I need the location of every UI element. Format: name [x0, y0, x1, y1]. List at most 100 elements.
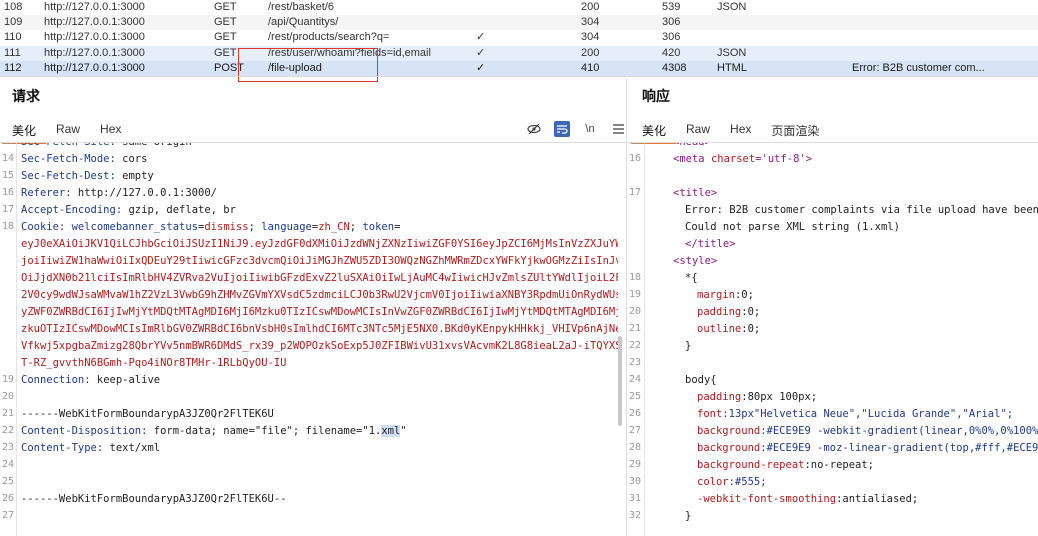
cell-comment: [852, 46, 1038, 61]
line-number: 25: [628, 391, 641, 402]
header-key: Accept-Encoding:: [21, 204, 123, 216]
line-number: 31: [628, 493, 641, 504]
response-token: font: [697, 408, 723, 420]
table-row[interactable]: 111 http://127.0.0.1:3000 GET/rest/user/wh…: [0, 45, 1038, 61]
tab-request-pretty[interactable]: 美化: [2, 118, 47, 144]
response-token: }: [685, 510, 692, 522]
menu-icon[interactable]: [610, 121, 626, 137]
response-token: outline: [697, 323, 742, 335]
line-number: 17: [628, 187, 641, 198]
hide-eye-icon[interactable]: [526, 121, 542, 137]
cell-num: 112: [4, 61, 22, 74]
tab-response-pretty[interactable]: 美化: [632, 118, 677, 144]
response-token: :0;: [741, 306, 761, 318]
tab-request-hex[interactable]: Hex: [90, 118, 131, 142]
cell-length: 539: [662, 1, 681, 14]
code-line: 2V0cy9wdWJsaWMvaW1hZ2VzL3VwbG9hZHMvZGVmY…: [21, 289, 618, 301]
line-number: 23: [1, 442, 14, 453]
response-token: }: [685, 340, 692, 352]
response-editor[interactable]: 15 <head> 16 <meta charset='utf-8'> 17 <title…: [627, 143, 1038, 536]
code-line: ------WebKitFormBoundarypA3JZ0Qr2FlTEK6U: [21, 408, 274, 420]
line-number: 17: [1, 204, 14, 215]
cookie-value: dismiss: [204, 221, 249, 233]
table-row[interactable]: 110 http://127.0.0.1:3000 GET/rest/product…: [0, 30, 1038, 45]
wrap-lines-icon[interactable]: [554, 121, 570, 137]
response-token: *{: [685, 272, 698, 284]
cell-check: ✓: [476, 46, 486, 59]
table-row[interactable]: 109 http://127.0.0.1:3000 GET/api/Quantity…: [0, 15, 1038, 31]
newline-toggle-icon[interactable]: \n: [582, 121, 598, 137]
header-value: keep-alive: [90, 374, 161, 386]
code-token: ;: [349, 221, 363, 233]
cell-length: 306: [662, 31, 681, 44]
code-line: joiIiwiZW1haWwiOiIxQDEuY29tIiwicGFzc3dvc…: [21, 255, 618, 267]
code-token: ;: [248, 221, 262, 233]
cell-host: http://127.0.0.1:3000: [44, 46, 145, 59]
code-line: <title>: [673, 187, 717, 199]
cookie-token-line: joiIiwiZW1haWwiOiIxQDEuY29tIiwicGFzc3dvc…: [21, 255, 618, 267]
request-editor[interactable]: 13 Sec-Fetch-Site: same-origin 14 Sec-Fetch…: [0, 143, 618, 536]
line-number: 20: [1, 391, 14, 402]
cell-comment: Error: B2B customer com...: [852, 61, 985, 74]
request-history-table: 108 http://127.0.0.1:3000 GET/rest/basket/…: [0, 0, 1038, 76]
code-line: }: [685, 340, 691, 352]
code-line: ------WebKitFormBoundarypA3JZ0Qr2FlTEK6U…: [21, 493, 287, 505]
selected-text: xml: [381, 425, 401, 437]
line-number: 26: [628, 408, 641, 419]
code-line: Sec-Fetch-Mode: cors: [21, 153, 147, 165]
header-value: text/xml: [103, 442, 161, 454]
code-line: }: [685, 510, 691, 522]
response-token: :no-repeat;: [804, 459, 875, 471]
code-line: <style>: [673, 255, 717, 267]
cell-mime: HTML: [717, 61, 747, 74]
cell-check: ✓: [476, 61, 486, 74]
cell-mime: [717, 15, 852, 30]
line-number: 24: [628, 374, 641, 385]
response-token: :#555;: [728, 476, 767, 488]
response-token: Error: B2B customer complaints via file …: [685, 204, 1038, 216]
response-token: ='utf-8'>: [755, 153, 813, 165]
table-row[interactable]: 108 http://127.0.0.1:3000 GET/rest/basket/…: [0, 0, 1038, 15]
line-number: 21: [628, 323, 641, 334]
response-token: :80px 100px;: [741, 391, 818, 403]
cell-length: 306: [662, 16, 681, 29]
header-value: empty: [115, 170, 154, 182]
code-line: font:13px"Helvetica Neue","Lucida Grande…: [697, 408, 1013, 420]
header-key: Sec-Fetch-Dest:: [21, 170, 116, 182]
header-key: Referer:: [21, 187, 72, 199]
response-token: <title>: [673, 187, 718, 199]
tab-response-raw[interactable]: Raw: [676, 118, 720, 142]
cookie-key: token: [362, 221, 395, 233]
line-number: 28: [628, 442, 641, 453]
cookie-token-line: eyJ0eXAiOiJKV1QiLCJhbGciOiJSUzI1NiJ9.eyJ…: [21, 238, 618, 250]
header-value: form-data; name="file"; filename="1.: [147, 425, 382, 437]
tab-request-raw[interactable]: Raw: [46, 118, 90, 142]
line-number: 15: [627, 143, 641, 147]
cell-length: 4308: [662, 61, 687, 74]
code-line: color:#555;: [697, 476, 767, 488]
code-line: T-RZ_gvvthN6BGmh-Pqo4iNOr8TMHr-1RLbQyOU-…: [21, 357, 287, 369]
tab-response-render[interactable]: 页面渲染: [761, 118, 829, 142]
cell-mime: [717, 30, 852, 45]
cell-host: http://127.0.0.1:3000: [44, 1, 145, 14]
response-token: margin: [697, 289, 735, 301]
table-row[interactable]: 112 http://127.0.0.1:3000 POST/file-upload…: [0, 60, 1038, 76]
cell-num: 109: [4, 16, 23, 29]
cell-method: GET: [214, 16, 237, 29]
line-number: 27: [628, 425, 641, 436]
cookie-key: welcomebanner_status: [71, 221, 199, 233]
code-line: Sec-Fetch-Site: same-origin: [21, 143, 192, 148]
cell-status: 410: [581, 61, 600, 74]
header-key: Content-Disposition:: [21, 425, 148, 437]
scrollbar[interactable]: [618, 336, 622, 426]
response-token: padding: [697, 391, 742, 403]
line-number: 23: [628, 357, 641, 368]
response-token: :0;: [741, 323, 761, 335]
cell-url: /rest/products/search?q=: [268, 31, 390, 44]
line-number: 18: [1, 221, 14, 232]
tab-response-hex[interactable]: Hex: [720, 118, 761, 142]
line-number: 19: [628, 289, 641, 300]
response-token: :#ECE9E9 -moz-linear-gradient(top,#fff,#…: [760, 442, 1038, 454]
response-token: color: [697, 476, 729, 488]
response-token: charset: [710, 153, 756, 165]
